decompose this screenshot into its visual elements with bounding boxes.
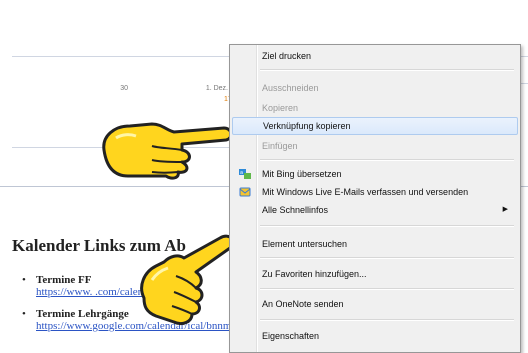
menu-item-label: Alle Schnellinfos xyxy=(262,205,329,215)
menu-item-copy[interactable]: Kopieren xyxy=(232,99,516,117)
calendar-date-label: 1. Dez. xyxy=(205,85,228,92)
menu-item-label: Ausschneiden xyxy=(262,83,319,93)
menu-item-copy-shortcut[interactable]: Verknüpfung kopieren xyxy=(232,117,518,135)
menu-item-windows-live-mail[interactable]: Mit Windows Live E-Mails verfassen und v… xyxy=(232,183,516,201)
menu-item-bing-translate[interactable]: a Mit Bing übersetzen xyxy=(232,165,516,183)
menu-separator xyxy=(260,319,514,321)
menu-item-label: Ziel drucken xyxy=(262,51,312,61)
menu-item-label: Einfügen xyxy=(262,141,298,151)
menu-separator xyxy=(260,257,514,259)
svg-text:a: a xyxy=(240,170,243,176)
menu-item-inspect-element[interactable]: Element untersuchen xyxy=(232,235,516,253)
pointing-hand-icon xyxy=(102,122,233,180)
menu-separator xyxy=(260,225,514,227)
menu-item-add-favorites[interactable]: Zu Favoriten hinzufügen... xyxy=(232,265,516,283)
windows-live-mail-icon xyxy=(239,187,251,197)
menu-separator xyxy=(260,159,514,161)
menu-item-label: Eigenschaften xyxy=(262,331,320,341)
submenu-arrow-icon: ▶ xyxy=(502,206,508,213)
menu-item-cut[interactable]: Ausschneiden xyxy=(232,79,516,97)
menu-item-label: Mit Windows Live E-Mails verfassen und v… xyxy=(262,187,469,197)
context-menu: Ziel drucken Ausschneiden Kopieren Verkn… xyxy=(229,44,521,353)
menu-item-send-onenote[interactable]: An OneNote senden xyxy=(232,295,516,313)
menu-item-all-accelerators[interactable]: Alle Schnellinfos ▶ xyxy=(232,201,516,219)
pointing-hand-icon xyxy=(140,234,235,326)
menu-separator xyxy=(260,69,514,71)
menu-item-label: Zu Favoriten hinzufügen... xyxy=(262,269,367,279)
menu-item-label: Kopieren xyxy=(262,103,299,113)
menu-item-label: An OneNote senden xyxy=(262,299,344,309)
menu-item-label: Element untersuchen xyxy=(262,239,348,249)
menu-item-label: Mit Bing übersetzen xyxy=(262,169,342,179)
menu-item-print-target[interactable]: Ziel drucken xyxy=(232,47,516,65)
bing-translate-icon: a xyxy=(239,169,251,179)
menu-item-paste[interactable]: Einfügen xyxy=(232,137,516,155)
partial-heading xyxy=(0,0,5,13)
calendar-date-label: 30 xyxy=(120,85,128,92)
menu-item-label: Verknüpfung kopieren xyxy=(263,121,351,131)
menu-item-properties[interactable]: Eigenschaften xyxy=(232,327,516,345)
menu-separator xyxy=(260,288,514,290)
